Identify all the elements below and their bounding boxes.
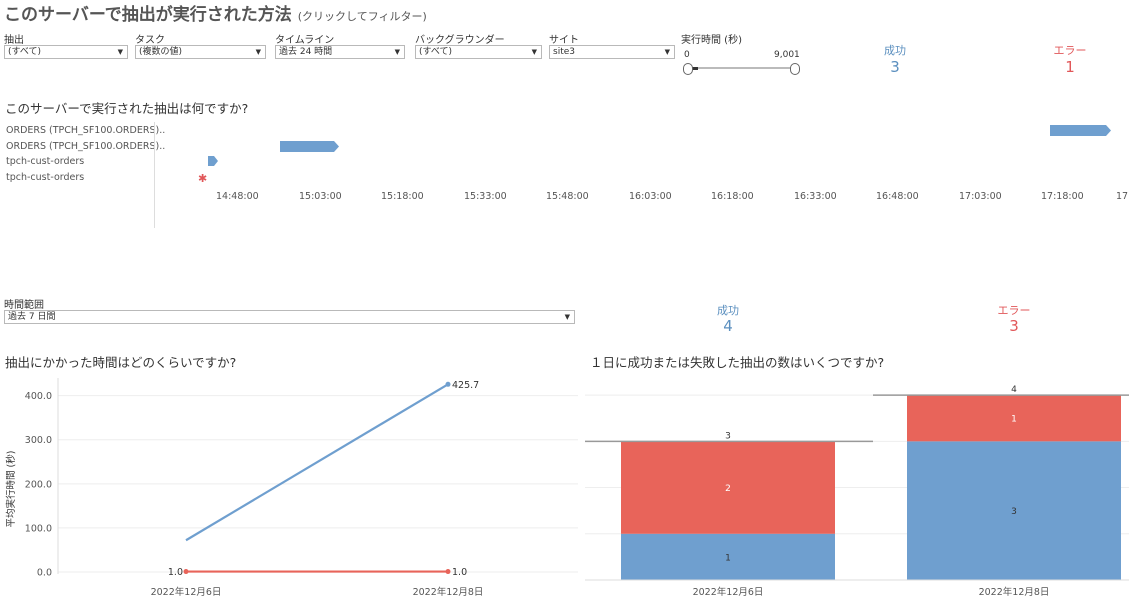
kpi-bottom-error-label: エラー — [997, 304, 1031, 317]
timeline-tick: 15:18:00 — [381, 191, 424, 202]
kpi-bottom-error-value[interactable]: 3 — [974, 317, 1054, 335]
line-chart-data-label: 1.0 — [168, 567, 183, 578]
timeline-tick: 15:48:00 — [546, 191, 589, 202]
bar-chart-segment-label: 1 — [1011, 415, 1017, 425]
kpi-bottom-success-label: 成功 — [717, 304, 739, 317]
bar-chart-total-label: 3 — [725, 431, 731, 441]
time-range-label: 時間範囲 — [4, 300, 44, 311]
line-chart-ytick: 200.0 — [25, 479, 52, 490]
line-chart-data-label: 425.7 — [452, 380, 479, 391]
bar-chart-title: １日に成功または失敗した抽出の数はいくつですか? — [590, 355, 885, 370]
kpi-bottom-success-value[interactable]: 4 — [688, 317, 768, 335]
asterisk-icon[interactable]: ✱ — [198, 172, 207, 185]
bar-chart-segment-label: 1 — [725, 553, 731, 563]
timeline-tick: 16:33:00 — [794, 191, 837, 202]
line-chart-point[interactable] — [183, 569, 189, 575]
bar-chart-xtick: 2022年12月6日 — [693, 586, 764, 598]
time-range-value: 過去 7 日間 — [8, 312, 56, 322]
line-chart-xtick: 2022年12月8日 — [413, 586, 484, 598]
line-chart-title: 抽出にかかった時間はどのくらいですか? — [5, 355, 237, 370]
bar-chart-segment-label: 3 — [1011, 507, 1017, 517]
bar-chart: 1 2 3 2022年12月6日 3 1 4 2022年12月8日 — [585, 385, 1129, 598]
timeline-tick: 17:03:00 — [959, 191, 1002, 202]
line-chart-ytick: 0.0 — [37, 568, 52, 579]
gantt-bar[interactable] — [208, 156, 218, 166]
line-chart: 0.0 100.0 200.0 300.0 400.0 2022年12月6日 2022年12… — [25, 378, 578, 598]
timeline-tick: 15:03:00 — [299, 191, 342, 202]
line-chart-series[interactable] — [185, 383, 449, 542]
line-chart-xtick: 2022年12月6日 — [151, 586, 222, 598]
time-range-dropdown[interactable]: 過去 7 日間 ▼ — [4, 310, 575, 324]
line-chart-ytick: 400.0 — [25, 391, 52, 402]
timeline-tick: 17:18:00 — [1041, 191, 1084, 202]
timeline-tick: 16:03:00 — [629, 191, 672, 202]
line-chart-point[interactable] — [445, 569, 451, 575]
timeline-tick: 16:18:00 — [711, 191, 754, 202]
timeline-tick: 15:33:00 — [464, 191, 507, 202]
line-chart-point[interactable] — [445, 381, 451, 387]
line-chart-ytick: 100.0 — [25, 523, 52, 534]
gantt-bar[interactable] — [280, 141, 339, 152]
timeline-tick: 16:48:00 — [876, 191, 919, 202]
line-chart-ytick: 300.0 — [25, 435, 52, 446]
timeline-tick: 14:48:00 — [216, 191, 259, 202]
line-chart-data-label: 1.0 — [452, 567, 467, 578]
bar-chart-segment-label: 2 — [725, 484, 731, 494]
bar-chart-total-label: 4 — [1011, 385, 1017, 395]
timeline-gantt: ✱ — [198, 125, 1111, 185]
timeline-tick: 17: — [1116, 191, 1129, 202]
gantt-bar[interactable] — [1050, 125, 1111, 136]
bar-chart-xtick: 2022年12月8日 — [979, 586, 1050, 598]
caret-down-icon: ▼ — [564, 313, 570, 321]
